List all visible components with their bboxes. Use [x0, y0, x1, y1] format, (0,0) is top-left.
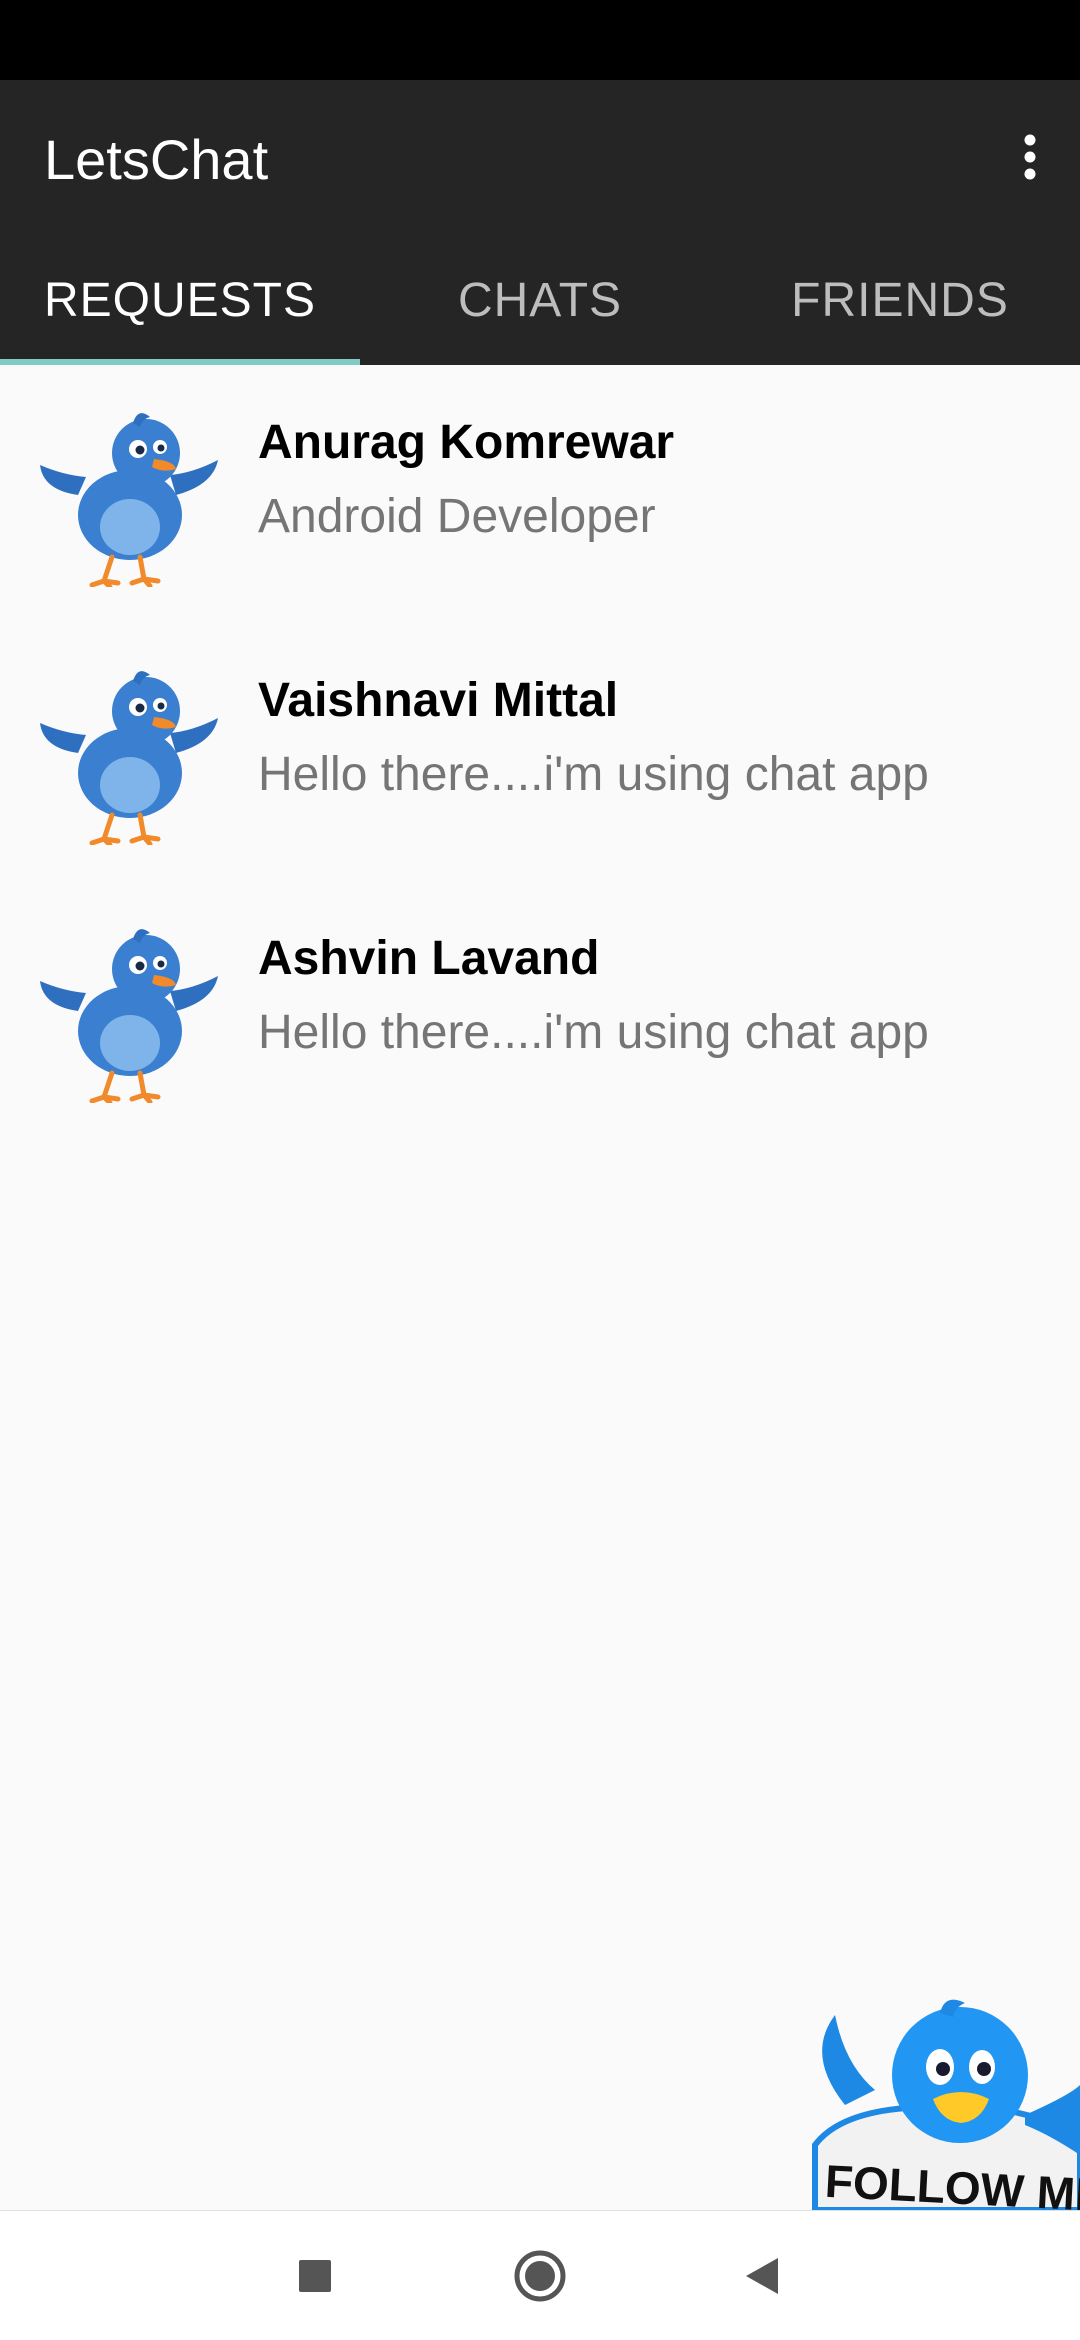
app-bar: LetsChat REQUESTS CHATS FRIENDS [0, 80, 1080, 365]
nav-home-button[interactable] [500, 2236, 580, 2316]
overflow-menu-button[interactable] [980, 102, 1080, 212]
tab-friends-label: FRIENDS [791, 273, 1009, 327]
tab-friends[interactable]: FRIENDS [720, 235, 1080, 365]
bird-avatar-icon [38, 405, 220, 587]
tab-requests[interactable]: REQUESTS [0, 235, 360, 365]
requests-list: Anurag Komrewar Android Developer Vaishn… [0, 365, 1080, 1139]
system-navigation-bar [0, 2210, 1080, 2340]
follow-me-bird-button[interactable]: FOLLOW ME [805, 1995, 1080, 2210]
nav-back-button[interactable] [722, 2236, 802, 2316]
request-status: Android Developer [258, 490, 656, 543]
triangle-back-icon [746, 2258, 778, 2294]
status-bar [0, 0, 1080, 80]
list-item[interactable]: Ashvin Lavand Hello there....i'm using c… [0, 881, 1080, 1139]
app-title: LetsChat [44, 128, 269, 191]
request-name: Vaishnavi Mittal [258, 674, 619, 727]
request-name: Ashvin Lavand [258, 932, 600, 985]
list-item[interactable]: Vaishnavi Mittal Hello there....i'm usin… [0, 623, 1080, 881]
request-name: Anurag Komrewar [258, 416, 675, 469]
list-item[interactable]: Anurag Komrewar Android Developer [0, 365, 1080, 623]
bird-avatar-icon [38, 921, 220, 1103]
bird-avatar-icon [38, 663, 220, 845]
circle-icon [514, 2250, 566, 2302]
tab-bar: REQUESTS CHATS FRIENDS [0, 235, 1080, 365]
request-status: Hello there....i'm using chat app [258, 1006, 929, 1059]
request-status: Hello there....i'm using chat app [258, 748, 929, 801]
more-vert-icon [1024, 134, 1036, 180]
tab-chats[interactable]: CHATS [360, 235, 720, 365]
nav-recents-button[interactable] [275, 2236, 355, 2316]
tab-chats-label: CHATS [457, 273, 623, 327]
tab-requests-label: REQUESTS [43, 273, 317, 327]
screen: LetsChat REQUESTS CHATS FRIENDS Anurag K… [0, 0, 1080, 2340]
square-icon [299, 2260, 331, 2292]
